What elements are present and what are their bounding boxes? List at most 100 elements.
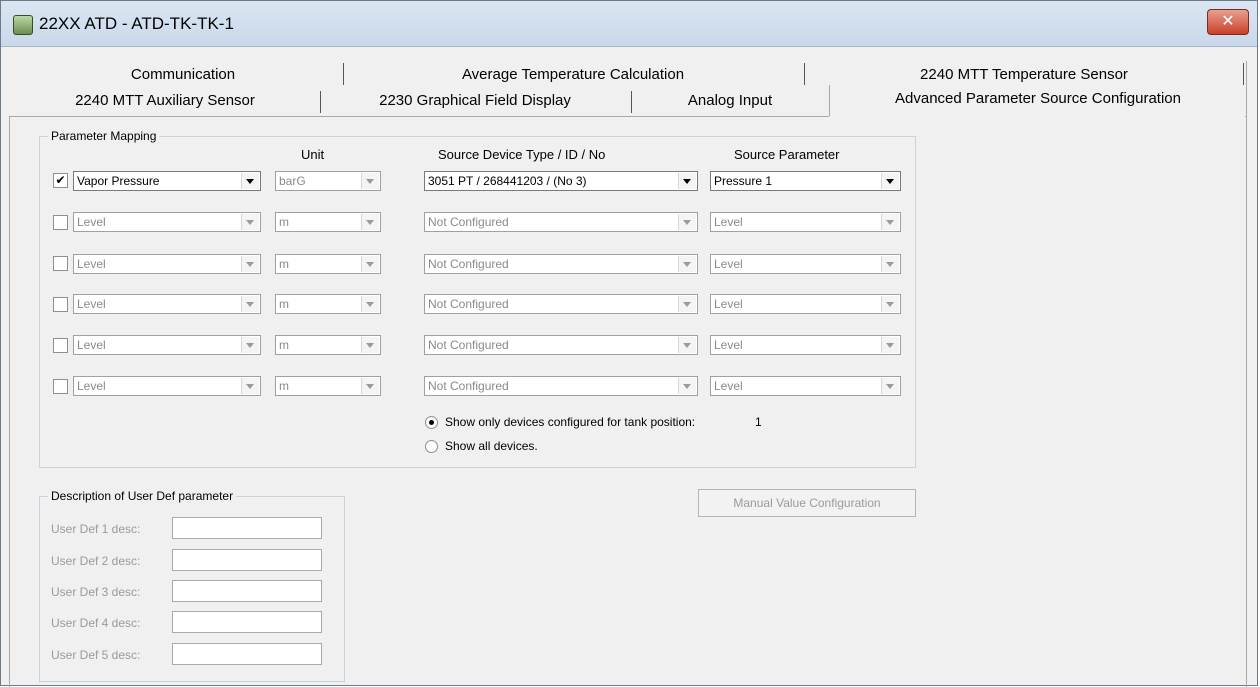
chevron-down-icon[interactable] <box>881 337 899 353</box>
user-def-4-label: User Def 4 desc: <box>51 616 141 630</box>
chevron-down-icon[interactable] <box>361 173 379 189</box>
chevron-down-icon[interactable] <box>678 337 696 353</box>
chevron-down-icon[interactable] <box>678 173 696 189</box>
parameter-select[interactable]: Level <box>73 376 261 396</box>
user-def-4-input[interactable] <box>172 611 322 633</box>
unit-header: Unit <box>301 147 325 162</box>
unit-select[interactable]: m <box>275 335 381 355</box>
chevron-down-icon[interactable] <box>678 256 696 272</box>
chevron-down-icon[interactable] <box>241 296 259 312</box>
source-parameter-select[interactable]: Pressure 1 <box>710 171 901 191</box>
tab-panel-border <box>9 116 829 117</box>
chevron-down-icon[interactable] <box>241 256 259 272</box>
parameter-select[interactable]: Vapor Pressure <box>73 171 261 191</box>
user-def-5-input[interactable] <box>172 643 322 665</box>
tab-separator <box>1243 63 1244 85</box>
chevron-down-icon[interactable] <box>241 173 259 189</box>
chevron-down-icon[interactable] <box>881 296 899 312</box>
unit-select-value: m <box>279 257 289 271</box>
tab-communication[interactable]: Communication <box>23 63 343 88</box>
chevron-down-icon[interactable] <box>678 214 696 230</box>
unit-select[interactable]: m <box>275 254 381 274</box>
manual-value-configuration-button[interactable]: Manual Value Configuration <box>698 489 916 517</box>
title-bar: 22XX ATD - ATD-TK-TK-1 ✕ <box>1 1 1257 47</box>
parameter-select[interactable]: Level <box>73 335 261 355</box>
source-parameter-select-value: Level <box>714 257 743 271</box>
user-def-2-input[interactable] <box>172 549 322 571</box>
user-def-description-legend: Description of User Def parameter <box>48 489 237 503</box>
source-device-select-value: 3051 PT / 268441203 / (No 3) <box>428 174 587 188</box>
chevron-down-icon[interactable] <box>241 214 259 230</box>
unit-select-value: barG <box>279 174 306 188</box>
radio-show-all-devices[interactable] <box>425 440 438 453</box>
source-device-header: Source Device Type / ID / No <box>438 147 606 162</box>
source-parameter-select[interactable]: Level <box>710 212 901 232</box>
tab-2230-graphical-field-display[interactable]: 2230 Graphical Field Display <box>321 89 629 114</box>
tab-average-temperature-calculation[interactable]: Average Temperature Calculation <box>344 63 802 88</box>
chevron-down-icon[interactable] <box>361 337 379 353</box>
tab-panel-border <box>9 116 10 687</box>
source-parameter-select-value: Pressure 1 <box>714 174 773 188</box>
source-device-select[interactable]: Not Configured <box>424 335 698 355</box>
source-parameter-select[interactable]: Level <box>710 294 901 314</box>
parameter-select-value: Level <box>77 257 106 271</box>
parameter-mapping-legend: Parameter Mapping <box>48 129 160 143</box>
unit-select[interactable]: m <box>275 294 381 314</box>
user-def-3-label: User Def 3 desc: <box>51 585 141 599</box>
chevron-down-icon[interactable] <box>361 378 379 394</box>
close-button[interactable]: ✕ <box>1207 9 1249 35</box>
chevron-down-icon[interactable] <box>678 378 696 394</box>
row-enable-checkbox[interactable] <box>53 215 68 230</box>
tab-advanced-parameter-source-configuration[interactable]: Advanced Parameter Source Configuration <box>829 85 1247 116</box>
unit-select[interactable]: m <box>275 212 381 232</box>
parameter-select-value: Level <box>77 215 106 229</box>
unit-select-value: m <box>279 297 289 311</box>
source-parameter-header: Source Parameter <box>734 147 840 162</box>
tab-analog-input[interactable]: Analog Input <box>632 89 828 114</box>
source-device-select[interactable]: 3051 PT / 268441203 / (No 3) <box>424 171 698 191</box>
row-enable-checkbox[interactable] <box>53 297 68 312</box>
chevron-down-icon[interactable] <box>361 296 379 312</box>
source-parameter-select[interactable]: Level <box>710 376 901 396</box>
chevron-down-icon[interactable] <box>361 214 379 230</box>
source-parameter-select-value: Level <box>714 215 743 229</box>
row-enable-checkbox[interactable] <box>53 256 68 271</box>
source-device-select-value: Not Configured <box>428 257 509 271</box>
source-parameter-select[interactable]: Level <box>710 254 901 274</box>
chevron-down-icon[interactable] <box>678 296 696 312</box>
unit-select[interactable]: barG <box>275 171 381 191</box>
chevron-down-icon[interactable] <box>241 378 259 394</box>
chevron-down-icon[interactable] <box>361 256 379 272</box>
source-device-select[interactable]: Not Configured <box>424 376 698 396</box>
unit-select-value: m <box>279 338 289 352</box>
user-def-3-input[interactable] <box>172 580 322 602</box>
unit-select-value: m <box>279 379 289 393</box>
user-def-5-label: User Def 5 desc: <box>51 648 141 662</box>
source-device-select-value: Not Configured <box>428 379 509 393</box>
chevron-down-icon[interactable] <box>881 256 899 272</box>
user-def-1-input[interactable] <box>172 517 322 539</box>
source-device-select[interactable]: Not Configured <box>424 212 698 232</box>
user-def-1-label: User Def 1 desc: <box>51 522 141 536</box>
source-device-select-value: Not Configured <box>428 297 509 311</box>
row-enable-checkbox[interactable] <box>53 338 68 353</box>
chevron-down-icon[interactable] <box>241 337 259 353</box>
chevron-down-icon[interactable] <box>881 214 899 230</box>
chevron-down-icon[interactable] <box>881 378 899 394</box>
source-parameter-select-value: Level <box>714 297 743 311</box>
parameter-select[interactable]: Level <box>73 254 261 274</box>
row-enable-checkbox[interactable]: ✔ <box>53 173 68 188</box>
parameter-select-value: Level <box>77 297 106 311</box>
tab-panel-border <box>1246 61 1247 687</box>
unit-select[interactable]: m <box>275 376 381 396</box>
tab-2240-mtt-auxiliary-sensor[interactable]: 2240 MTT Auxiliary Sensor <box>11 89 319 114</box>
source-device-select[interactable]: Not Configured <box>424 294 698 314</box>
chevron-down-icon[interactable] <box>881 173 899 189</box>
radio-show-configured-devices[interactable] <box>425 416 438 429</box>
source-device-select-value: Not Configured <box>428 338 509 352</box>
source-parameter-select[interactable]: Level <box>710 335 901 355</box>
parameter-select[interactable]: Level <box>73 212 261 232</box>
row-enable-checkbox[interactable] <box>53 379 68 394</box>
parameter-select[interactable]: Level <box>73 294 261 314</box>
source-device-select[interactable]: Not Configured <box>424 254 698 274</box>
